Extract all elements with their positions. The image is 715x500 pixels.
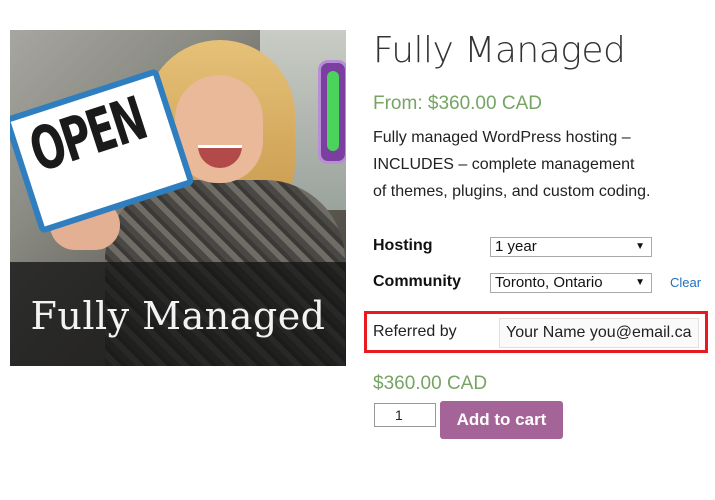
clear-link[interactable]: Clear (670, 275, 701, 290)
description-line: Fully managed WordPress hosting – (373, 129, 631, 146)
product-title: Fully Managed (373, 30, 626, 71)
product-description: Fully managed WordPress hosting – INCLUD… (373, 124, 693, 205)
community-select-value: Toronto, Ontario (495, 274, 603, 291)
product-image: OPEN Fully Managed (10, 30, 346, 366)
neon-sign-graphic (318, 60, 346, 164)
add-to-cart-button[interactable]: Add to cart (440, 401, 563, 439)
referred-by-label: Referred by (373, 323, 457, 340)
community-select[interactable]: Toronto, Ontario ▼ (490, 273, 652, 293)
chevron-down-icon: ▼ (635, 241, 645, 252)
description-line: of themes, plugins, and custom coding. (373, 183, 651, 200)
image-caption: Fully Managed (30, 294, 326, 338)
hosting-select-value: 1 year (495, 238, 537, 255)
price-from: From: $360.00 CAD (373, 93, 542, 114)
chevron-down-icon: ▼ (635, 277, 645, 288)
hosting-select[interactable]: 1 year ▼ (490, 237, 652, 257)
price-final: $360.00 CAD (373, 373, 488, 394)
hosting-label: Hosting (373, 237, 433, 254)
community-label: Community (373, 273, 461, 290)
quantity-input[interactable]: 1 (374, 403, 436, 427)
description-line: INCLUDES – complete management (373, 156, 635, 173)
referred-by-input[interactable]: Your Name you@email.ca (499, 318, 699, 348)
